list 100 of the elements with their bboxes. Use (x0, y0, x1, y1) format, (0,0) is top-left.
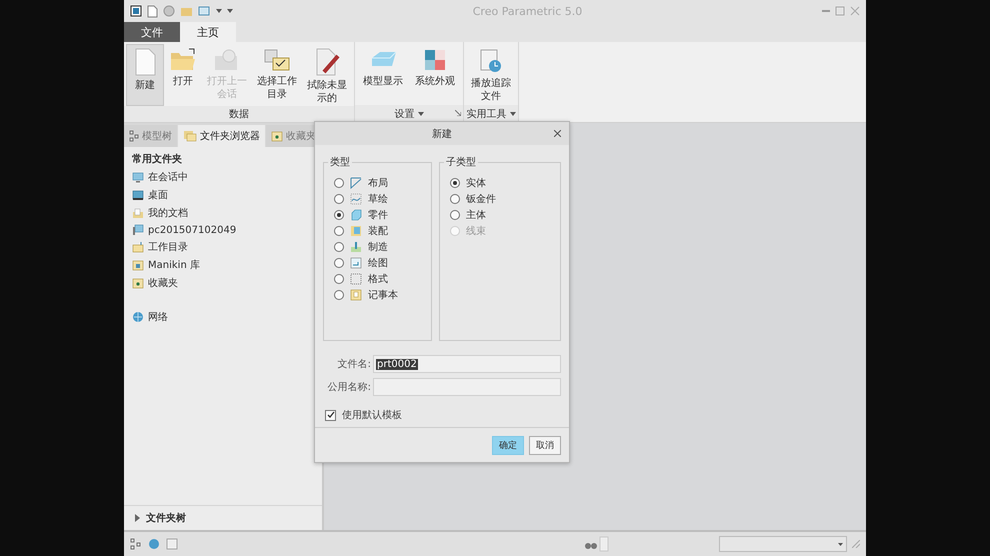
eraser-icon (314, 48, 340, 76)
option-label: 布局 (368, 177, 388, 190)
color-grid-icon (423, 48, 447, 72)
field-label: 文件名: (336, 358, 371, 371)
globe-icon (147, 537, 161, 551)
folder-icon (132, 260, 144, 270)
folder-item[interactable]: 我的文档 (148, 206, 188, 220)
cube-icon (350, 209, 362, 221)
ribbon-tab[interactable]: 主页 (180, 22, 236, 42)
ribbon-button[interactable]: 打开 (164, 44, 202, 106)
radio-button[interactable] (334, 178, 344, 188)
tab-label: 文件夹浏览器 (200, 130, 260, 143)
star-folder-icon (271, 130, 283, 142)
option-label: 制造 (368, 240, 388, 254)
radio-button[interactable] (334, 274, 344, 284)
document-icon (133, 48, 157, 76)
tab-label: 模型树 (142, 130, 172, 143)
format-icon (350, 273, 362, 285)
folder-check-icon (263, 48, 291, 72)
navigator-tab[interactable]: 文件夹浏览器 (178, 125, 265, 147)
ribbon-button[interactable]: 选择工作目录 (252, 44, 302, 106)
monitor-icon (132, 190, 144, 200)
radio-button[interactable] (334, 290, 344, 300)
layout-icon (350, 177, 362, 189)
folder-item[interactable]: 收藏夹 (148, 276, 178, 290)
ribbon-button[interactable]: 播放追踪文件 (466, 44, 516, 105)
folder-item[interactable]: 工作目录 (148, 240, 188, 254)
folders-icon (183, 130, 197, 142)
ok-button[interactable]: 确定 (492, 436, 524, 454)
ribbon-button[interactable]: 拭除未显示的 (302, 44, 352, 106)
checkbox[interactable] (325, 410, 336, 420)
checkbox-label: 使用默认模板 (342, 408, 402, 422)
computer-icon (132, 224, 144, 236)
input-field[interactable] (373, 378, 561, 396)
radio-button[interactable] (334, 242, 344, 252)
option-label: 钣金件 (466, 193, 496, 206)
group-title: 类型 (329, 156, 351, 169)
input-field[interactable]: prt0002 (373, 355, 561, 373)
caret-icon (510, 112, 516, 116)
window-title: Creo Parametric 5.0 (472, 4, 584, 18)
expand-arrow-icon[interactable] (134, 514, 141, 522)
notebook-icon (350, 289, 362, 301)
close-icon (554, 130, 561, 137)
save-icon (163, 5, 175, 17)
close-icon (850, 6, 860, 16)
documents-icon (132, 208, 144, 218)
square-icon (166, 538, 178, 550)
ribbon-tab[interactable]: 文件 (124, 22, 180, 42)
minimize-icon (822, 10, 830, 12)
field-label: 公用名称: (326, 381, 371, 394)
radio-button[interactable] (450, 210, 460, 220)
window-icon (198, 5, 211, 17)
folder-item[interactable]: 网络 (148, 310, 168, 324)
folder-icon (132, 242, 144, 252)
radio-button[interactable] (334, 194, 344, 204)
manufacturing-icon (350, 241, 362, 253)
radio-button[interactable] (334, 226, 344, 236)
binoculars-icon (583, 536, 609, 552)
option-label: 线束 (466, 224, 486, 238)
radio-button[interactable] (334, 258, 344, 268)
option-label: 格式 (368, 272, 388, 286)
group-title: 子类型 (444, 156, 477, 169)
tree-icon (130, 537, 142, 551)
option-label: 实体 (466, 176, 486, 190)
resize-grip-icon (852, 540, 860, 548)
cancel-button[interactable]: 取消 (529, 436, 561, 454)
document-icon (147, 4, 158, 18)
group-label[interactable]: 设置 (394, 106, 414, 120)
folder-icon (180, 5, 193, 17)
folder-tree-label[interactable]: 文件夹树 (146, 511, 186, 525)
caret-icon (418, 112, 424, 116)
ribbon-button[interactable]: 新建 (126, 44, 164, 106)
option-label: 装配 (368, 224, 388, 238)
globe-icon (132, 311, 144, 323)
option-label: 主体 (466, 208, 486, 222)
radio-button[interactable] (450, 178, 460, 188)
option-label: 记事本 (368, 288, 398, 302)
assembly-icon (350, 225, 362, 237)
option-label: 零件 (368, 209, 388, 222)
ribbon-button[interactable]: 模型显示 (357, 44, 409, 105)
folder-item[interactable]: Manikin 库 (148, 258, 200, 272)
folder-item[interactable]: pc201507102049 (148, 224, 236, 236)
folder-item[interactable]: 在会话中 (148, 170, 188, 184)
folder-item[interactable]: 桌面 (148, 188, 168, 202)
group-label: 数据 (229, 108, 249, 121)
dropdown-field-icon (719, 536, 847, 552)
folder-icon (169, 48, 197, 72)
option-label: 绘图 (368, 257, 388, 270)
radio-button[interactable] (450, 194, 460, 204)
section-header: 常用文件夹 (131, 152, 183, 167)
option-label: 草绘 (368, 192, 388, 206)
drawing-icon (350, 257, 362, 269)
ribbon-button[interactable]: 系统外观 (409, 44, 461, 105)
star-folder-icon (132, 278, 144, 288)
file-clock-icon (478, 48, 504, 74)
tree-icon (129, 130, 139, 142)
radio-button[interactable] (334, 210, 344, 220)
monitor-icon (132, 172, 144, 182)
app-icon (130, 5, 142, 17)
launcher-icon (455, 110, 461, 116)
